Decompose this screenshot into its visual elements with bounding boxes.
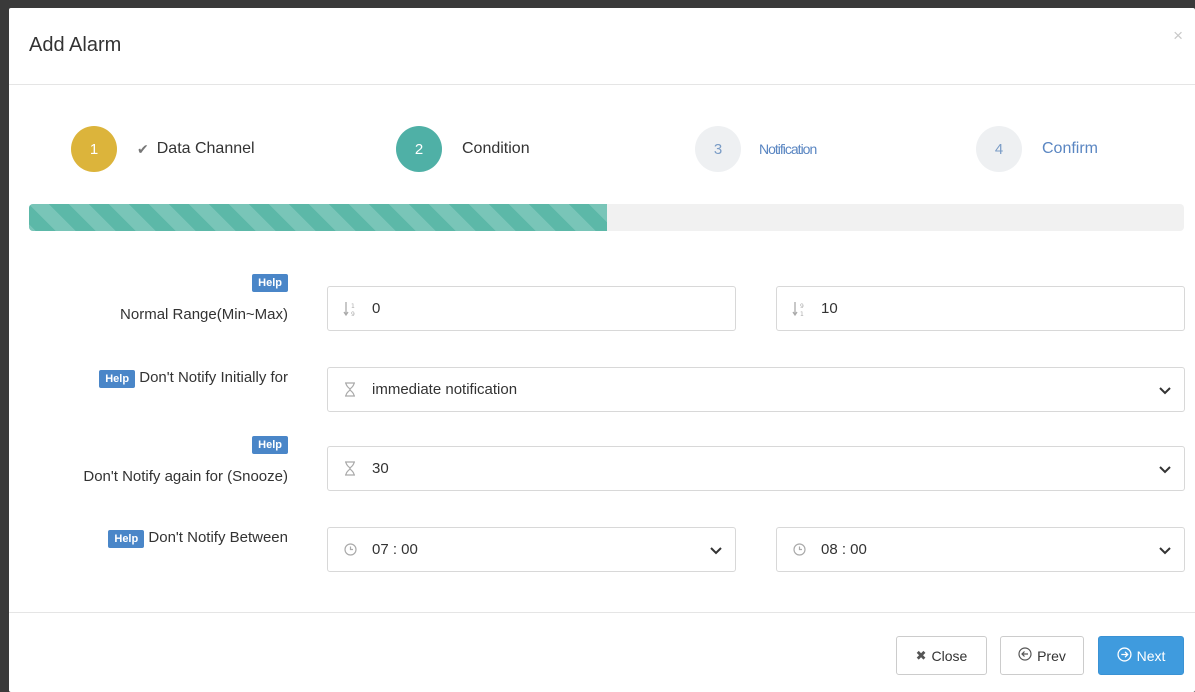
chevron-down-icon <box>1158 543 1172 557</box>
step-label: Confirm <box>1042 140 1099 157</box>
help-button[interactable]: Help <box>108 530 145 548</box>
step-label: Condition <box>462 140 530 157</box>
max-value-input[interactable]: 91 10 <box>776 286 1185 331</box>
next-button[interactable]: Next <box>1098 636 1184 675</box>
quiet-end-value: 08 : 00 <box>821 541 867 558</box>
snooze-value: 30 <box>372 460 389 477</box>
initial-delay-select[interactable]: immediate notification <box>327 367 1185 412</box>
arrow-circle-right-icon <box>1117 646 1132 665</box>
svg-text:1: 1 <box>800 311 804 317</box>
prev-button-label: Prev <box>1037 647 1066 664</box>
step-notification[interactable]: 3 Notification <box>695 126 817 172</box>
step-number: 1 <box>71 126 117 172</box>
close-icon[interactable]: × <box>1173 26 1183 46</box>
normal-range-label-group: Help Normal Range(Min~Max) <box>120 273 288 323</box>
modal-title: Add Alarm <box>29 34 122 56</box>
sort-numeric-desc-icon: 91 <box>791 301 807 317</box>
close-button[interactable]: ✖ Close <box>896 636 987 675</box>
hourglass-icon <box>342 382 358 397</box>
clock-icon <box>791 543 807 556</box>
help-button[interactable]: Help <box>252 436 288 454</box>
normal-range-label: Normal Range(Min~Max) <box>120 306 288 323</box>
quiet-start-value: 07 : 00 <box>372 541 418 558</box>
step-number: 3 <box>695 126 741 172</box>
chevron-down-icon <box>1158 383 1172 397</box>
snooze-select[interactable]: 30 <box>327 446 1185 491</box>
initial-delay-value: immediate notification <box>372 381 518 398</box>
chevron-down-icon <box>1158 462 1172 476</box>
initial-delay-label-group: Help Don't Notify Initially for <box>99 369 288 388</box>
step-label: Data Channel <box>156 140 255 157</box>
prev-button[interactable]: Prev <box>1000 636 1084 675</box>
help-button[interactable]: Help <box>252 274 288 292</box>
wizard-progress-bar <box>29 204 1184 231</box>
close-icon: ✖ <box>915 647 927 663</box>
step-data-channel[interactable]: 1 ✔ Data Channel <box>71 126 255 172</box>
progress-fill <box>29 204 607 231</box>
add-alarm-modal: Add Alarm × 1 ✔ Data Channel 2 Condition… <box>9 8 1195 692</box>
step-label: Notification <box>759 141 817 157</box>
step-label-wrap: ✔ Data Channel <box>137 140 255 158</box>
clock-icon <box>342 543 358 556</box>
check-icon: ✔ <box>137 140 149 157</box>
quiet-hours-label-group: Help Don't Notify Between <box>108 529 288 548</box>
min-value: 0 <box>372 300 381 317</box>
snooze-label-group: Help Don't Notify again for (Snooze) <box>83 435 288 485</box>
quiet-start-select[interactable]: 07 : 00 <box>327 527 736 572</box>
modal-footer: ✖ Close Prev Next <box>9 612 1195 692</box>
step-number: 2 <box>396 126 442 172</box>
svg-text:9: 9 <box>351 311 355 317</box>
initial-delay-label: Don't Notify Initially for <box>139 369 288 386</box>
step-number: 4 <box>976 126 1022 172</box>
sort-numeric-asc-icon: 19 <box>342 301 358 317</box>
modal-header: Add Alarm × <box>9 8 1195 85</box>
snooze-label: Don't Notify again for (Snooze) <box>83 468 288 485</box>
max-value: 10 <box>821 300 838 317</box>
svg-text:9: 9 <box>800 303 804 310</box>
quiet-hours-label: Don't Notify Between <box>148 529 288 546</box>
next-button-label: Next <box>1136 647 1166 664</box>
quiet-end-select[interactable]: 08 : 00 <box>776 527 1185 572</box>
svg-text:1: 1 <box>351 303 355 310</box>
close-button-label: Close <box>931 647 968 664</box>
help-button[interactable]: Help <box>99 370 136 388</box>
chevron-down-icon <box>709 543 723 557</box>
step-confirm[interactable]: 4 Confirm <box>976 126 1098 172</box>
hourglass-icon <box>342 461 358 476</box>
arrow-circle-left-icon <box>1018 647 1032 664</box>
step-condition[interactable]: 2 Condition <box>396 126 530 172</box>
min-value-input[interactable]: 19 0 <box>327 286 736 331</box>
